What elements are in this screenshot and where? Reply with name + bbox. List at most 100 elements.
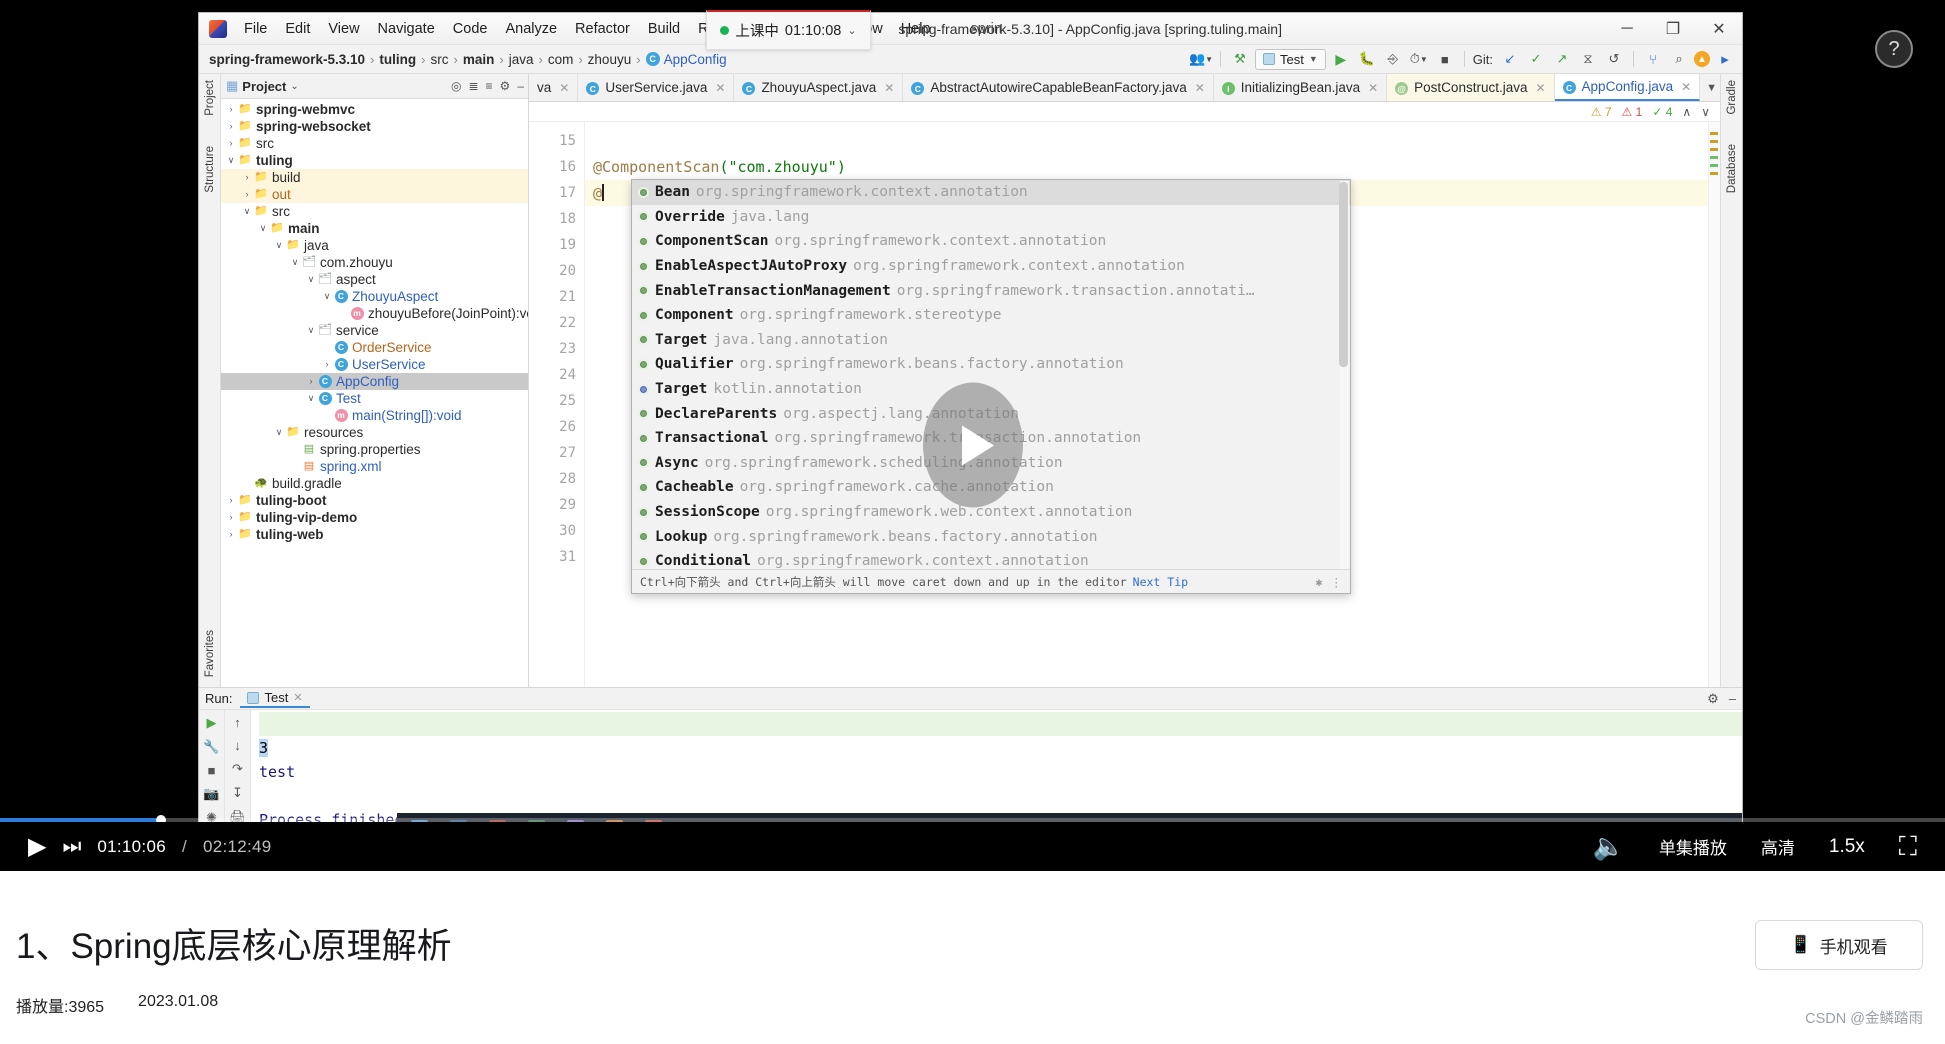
tree-expand-arrow[interactable]: ∨ bbox=[305, 322, 317, 339]
sidebar-item-database[interactable]: Database bbox=[1726, 144, 1738, 193]
sidebar-item-project[interactable]: Project bbox=[204, 80, 216, 116]
editor-tab-abstractautowirecapablebeanfactory[interactable]: C AbstractAutowireCapableBeanFactory.java… bbox=[903, 74, 1214, 101]
more-options-icon[interactable]: ⋮ bbox=[1331, 569, 1343, 594]
project-tree[interactable]: › 📁 spring-webmvc › 📁 spring-websocket › 📁 src ∨ 📁… bbox=[221, 99, 528, 687]
run-button[interactable]: ▶ bbox=[1330, 49, 1352, 69]
breadcrumb-item-zhouyu[interactable]: zhouyu bbox=[588, 52, 632, 67]
next-problem-icon[interactable]: ∨ bbox=[1701, 105, 1710, 119]
tree-expand-arrow[interactable]: › bbox=[225, 509, 237, 526]
settings-gear-icon[interactable]: ⚙ bbox=[1707, 691, 1719, 707]
tree-expand-arrow[interactable]: › bbox=[225, 526, 237, 543]
menu-item-analyze[interactable]: Analyze bbox=[496, 18, 566, 40]
next-episode-button[interactable]: ⏭ bbox=[62, 835, 81, 859]
tree-node-src[interactable]: ∨ 📁 src bbox=[221, 203, 528, 220]
git-push-icon[interactable]: ↗ bbox=[1551, 49, 1573, 69]
git-rollback-icon[interactable]: ↺ bbox=[1603, 49, 1625, 69]
rerun-icon[interactable]: ▶ bbox=[207, 715, 217, 731]
collapse-all-icon[interactable]: ≡ bbox=[486, 79, 493, 93]
tree-node-java[interactable]: ∨ 📁 java bbox=[221, 237, 528, 254]
editor-tab-userservice[interactable]: C UserService.java ✕ bbox=[578, 74, 735, 101]
autocomplete-list[interactable]: Bean org.springframework.context.annotati… bbox=[632, 180, 1350, 569]
maximize-button[interactable]: ❐ bbox=[1650, 13, 1696, 45]
autocomplete-scrollbar-thumb[interactable] bbox=[1339, 182, 1348, 367]
autocomplete-item-bean[interactable]: Bean org.springframework.context.annotati… bbox=[632, 180, 1350, 205]
tree-expand-arrow[interactable]: › bbox=[225, 492, 237, 509]
run-with-coverage-button[interactable]: ⎆ bbox=[1382, 49, 1404, 69]
tree-node-main-string-void[interactable]: m main(String[]):void bbox=[221, 407, 528, 424]
tree-expand-arrow[interactable]: ∨ bbox=[273, 237, 285, 254]
tree-node-tuling-web[interactable]: › 📁 tuling-web bbox=[221, 526, 528, 543]
tree-node-main[interactable]: ∨ 📁 main bbox=[221, 220, 528, 237]
tree-expand-arrow[interactable]: › bbox=[241, 169, 253, 186]
close-icon[interactable]: ✕ bbox=[1195, 81, 1205, 95]
stop-button[interactable]: ■ bbox=[1434, 49, 1456, 69]
autocomplete-scrollbar-track[interactable] bbox=[1339, 181, 1349, 569]
close-icon[interactable]: ✕ bbox=[884, 81, 894, 95]
breadcrumb-item-java[interactable]: java bbox=[509, 52, 534, 67]
close-icon[interactable]: ✕ bbox=[559, 81, 569, 95]
sidebar-item-gradle[interactable]: Gradle bbox=[1726, 80, 1738, 115]
tree-expand-arrow[interactable]: ∨ bbox=[305, 271, 317, 288]
breadcrumb-item-main[interactable]: main bbox=[463, 52, 495, 67]
tree-node-src[interactable]: › 📁 src bbox=[221, 135, 528, 152]
screenshot-icon[interactable]: 📷 bbox=[203, 786, 219, 802]
code-content[interactable]: @ComponentScan("com.zhouyu") @ Bean org.s… bbox=[585, 122, 1720, 687]
close-icon[interactable]: ✕ bbox=[715, 81, 725, 95]
lesson-status-badge[interactable]: 上课中 01:10:08 ⌄ bbox=[706, 10, 871, 50]
git-branch-icon[interactable]: ⑂ bbox=[1642, 49, 1664, 69]
tree-node-tuling-vip-demo[interactable]: › 📁 tuling-vip-demo bbox=[221, 509, 528, 526]
tree-expand-arrow[interactable]: ∨ bbox=[241, 203, 253, 220]
chevron-down-icon[interactable]: ⌄ bbox=[847, 24, 856, 37]
tree-expand-arrow[interactable]: ∨ bbox=[289, 254, 301, 271]
volume-icon[interactable]: 🔈 bbox=[1593, 831, 1625, 862]
editor-tab-zhouyuaspect[interactable]: C ZhouyuAspect.java ✕ bbox=[734, 74, 904, 101]
git-update-icon[interactable]: ↙ bbox=[1499, 49, 1521, 69]
hide-panel-icon[interactable]: – bbox=[517, 79, 524, 93]
tree-node-userservice[interactable]: › C UserService bbox=[221, 356, 528, 373]
run-tab-test[interactable]: Test ✕ bbox=[240, 689, 310, 708]
tree-node-spring-xml[interactable]: ▤ spring.xml bbox=[221, 458, 528, 475]
tree-node-spring-websocket[interactable]: › 📁 spring-websocket bbox=[221, 118, 528, 135]
tree-node-orderservice[interactable]: C OrderService bbox=[221, 339, 528, 356]
autocomplete-item-conditional[interactable]: Conditional org.springframework.context.a… bbox=[632, 549, 1350, 569]
debug-button[interactable]: 🐛 bbox=[1356, 49, 1378, 69]
breadcrumb-item-appconfig[interactable]: AppConfig bbox=[664, 52, 727, 67]
user-avatar-icon[interactable]: 👥 ▼ bbox=[1189, 49, 1213, 69]
tree-expand-arrow[interactable]: › bbox=[225, 135, 237, 152]
autocomplete-item-qualifier[interactable]: Qualifier org.springframework.beans.facto… bbox=[632, 352, 1350, 377]
code-editor[interactable]: 15 16 17 18 19 20 21 22 23 24 25 26 27 28 29 30 31 @Comp… bbox=[529, 122, 1720, 687]
play-mode-button[interactable]: 单集播放 bbox=[1659, 834, 1727, 859]
editor-tabs-overflow[interactable]: ▼ bbox=[1700, 74, 1720, 101]
tree-node-out[interactable]: › 📁 out bbox=[221, 186, 528, 203]
editor-tab-initializingbean[interactable]: I InitializingBean.java ✕ bbox=[1214, 74, 1388, 101]
tree-expand-arrow[interactable]: › bbox=[305, 373, 317, 390]
settings-gear-icon[interactable]: ⚙ bbox=[500, 79, 511, 93]
run-anything-icon[interactable]: ▸ bbox=[1714, 49, 1736, 69]
tree-expand-arrow[interactable]: › bbox=[321, 356, 333, 373]
menu-item-navigate[interactable]: Navigate bbox=[369, 18, 444, 40]
autocomplete-item-target[interactable]: Target java.lang.annotation bbox=[632, 328, 1350, 353]
edit-config-icon[interactable]: 🔧 bbox=[203, 739, 219, 755]
breadcrumb-item-tuling[interactable]: tuling bbox=[379, 52, 416, 67]
editor-tab-va[interactable]: va ✕ bbox=[529, 74, 579, 101]
close-icon[interactable]: ✕ bbox=[293, 691, 302, 704]
menu-item-build[interactable]: Build bbox=[639, 18, 689, 40]
tree-expand-arrow[interactable]: › bbox=[241, 186, 253, 203]
run-configuration-selector[interactable]: Test ▼ bbox=[1255, 48, 1326, 70]
update-available-icon[interactable]: ▲ bbox=[1694, 51, 1710, 67]
tree-expand-arrow[interactable]: › bbox=[225, 118, 237, 135]
tree-node-aspect[interactable]: ∨ 🗂 aspect bbox=[221, 271, 528, 288]
profile-button[interactable]: ⏱ ▼ bbox=[1408, 49, 1430, 69]
prev-problem-icon[interactable]: ∧ bbox=[1682, 105, 1691, 119]
playback-speed-button[interactable]: 1.5x bbox=[1829, 836, 1865, 858]
menu-item-code[interactable]: Code bbox=[444, 18, 497, 40]
watch-on-phone-button[interactable]: 📱 手机观看 bbox=[1755, 920, 1923, 970]
chevron-down-icon[interactable]: ⌄ bbox=[290, 81, 298, 92]
tree-expand-arrow[interactable]: ∨ bbox=[321, 288, 333, 305]
stop-icon[interactable]: ■ bbox=[208, 763, 216, 778]
sidebar-item-favorites[interactable]: Favorites bbox=[204, 630, 216, 677]
down-arrow-icon[interactable]: ↓ bbox=[234, 738, 241, 753]
menu-item-file[interactable]: File bbox=[235, 18, 276, 40]
menu-item-edit[interactable]: Edit bbox=[276, 18, 319, 40]
editor-marker-strip[interactable] bbox=[1708, 122, 1720, 687]
